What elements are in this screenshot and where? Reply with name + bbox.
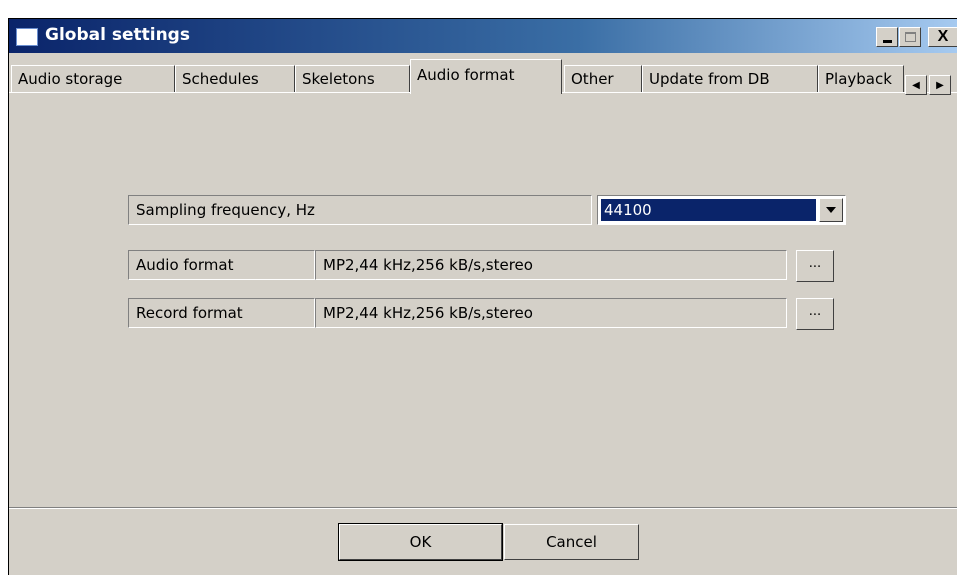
close-icon: X xyxy=(937,28,949,45)
sampling-frequency-value: 44100 xyxy=(601,199,816,221)
record-format-value: MP2,44 kHz,256 kB/s,stereo xyxy=(315,298,787,328)
tab-audio-storage[interactable]: Audio storage xyxy=(11,65,175,93)
tab-other[interactable]: Other xyxy=(564,65,642,93)
global-settings-dialog: Global settings X Audio storage Schedule… xyxy=(8,18,957,575)
chevron-down-icon xyxy=(826,207,836,213)
tab-scroll-right-button[interactable]: ▶ xyxy=(929,75,951,95)
tab-schedules[interactable]: Schedules xyxy=(175,65,295,93)
cancel-button[interactable]: Cancel xyxy=(504,524,639,560)
minimize-icon xyxy=(882,40,892,43)
tab-playback[interactable]: Playback xyxy=(818,65,904,93)
sampling-frequency-select[interactable]: 44100 xyxy=(597,195,846,225)
ok-button[interactable]: OK xyxy=(338,523,503,561)
sampling-frequency-label: Sampling frequency, Hz xyxy=(128,195,592,225)
record-format-label: Record format xyxy=(128,298,315,328)
tab-update-from-db[interactable]: Update from DB xyxy=(642,65,818,93)
tab-scroll-left-button[interactable]: ◀ xyxy=(905,75,927,95)
window-title: Global settings xyxy=(45,25,190,45)
dropdown-button[interactable] xyxy=(819,198,843,222)
audio-format-label: Audio format xyxy=(128,250,315,280)
audio-format-browse-button[interactable]: ... xyxy=(796,250,834,282)
maximize-icon xyxy=(904,32,916,42)
minimize-button[interactable] xyxy=(876,27,898,47)
tab-skeletons[interactable]: Skeletons xyxy=(295,65,410,93)
maximize-button[interactable] xyxy=(899,27,921,47)
arrow-right-icon: ▶ xyxy=(936,79,944,91)
window-icon xyxy=(16,28,38,46)
tab-strip: Audio storage Schedules Skeletons Audio … xyxy=(9,59,957,95)
record-format-browse-button[interactable]: ... xyxy=(796,298,834,330)
title-bar[interactable]: Global settings X xyxy=(9,19,957,53)
button-area-divider xyxy=(9,507,957,509)
tab-audio-format[interactable]: Audio format xyxy=(410,59,562,94)
audio-format-value: MP2,44 kHz,256 kB/s,stereo xyxy=(315,250,787,280)
close-button[interactable]: X xyxy=(928,27,957,47)
arrow-left-icon: ◀ xyxy=(912,79,920,91)
